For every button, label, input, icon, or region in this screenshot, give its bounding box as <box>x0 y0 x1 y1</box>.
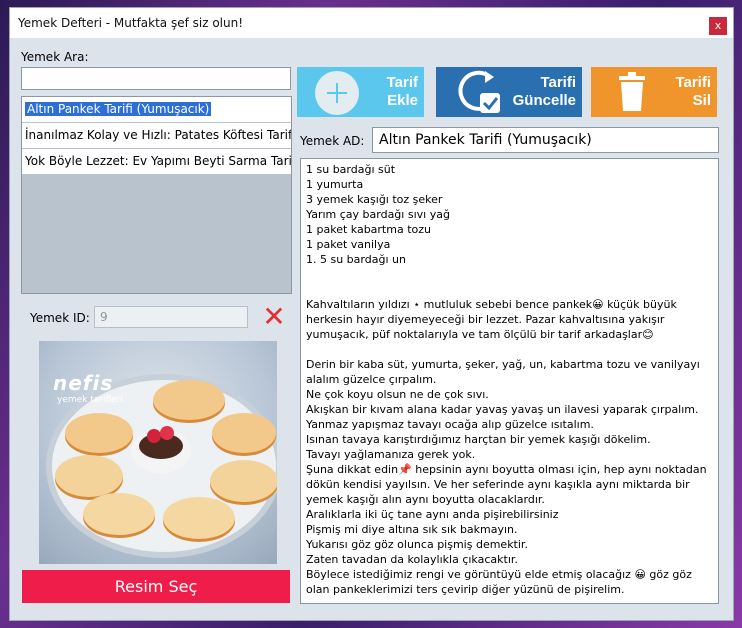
name-label: Yemek AD: <box>300 134 365 148</box>
refresh-icon <box>458 70 500 113</box>
plus-icon <box>315 71 359 115</box>
list-item-label: İnanılmaz Kolay ve Hızlı: Patates Köftes… <box>25 128 291 142</box>
brand-name: nefis <box>53 371 114 395</box>
trash-icon <box>619 72 645 111</box>
recipe-list[interactable]: Altın Pankek Tarifi (Yumuşacık) İnanılma… <box>21 96 292 294</box>
delete-recipe-label: Tarifi Sil <box>675 74 711 110</box>
search-input[interactable] <box>21 67 291 90</box>
label-line: Ekle <box>387 92 418 109</box>
list-item[interactable]: Altın Pankek Tarifi (Yumuşacık) <box>22 97 291 123</box>
name-input[interactable]: Altın Pankek Tarifi (Yumuşacık) <box>372 127 719 153</box>
title-bar[interactable]: Yemek Defteri - Mutfakta şef siz olun! x <box>10 8 733 38</box>
close-icon: ✕ <box>262 300 286 333</box>
recipe-photo: nefis yemek tarifleri <box>39 341 277 564</box>
add-recipe-button[interactable]: Tarif Ekle <box>297 67 424 117</box>
list-item-label: Yok Böyle Lezzet: Ev Yapımı Beyti Sarma … <box>25 154 291 168</box>
id-label: Yemek ID: <box>30 311 90 325</box>
id-field: 9 <box>94 306 248 328</box>
add-recipe-label: Tarif Ekle <box>387 74 418 110</box>
update-recipe-button[interactable]: Tarifi Güncelle <box>436 67 582 117</box>
update-recipe-label: Tarifi Güncelle <box>513 74 576 110</box>
brand-subtitle: yemek tarifleri <box>57 395 123 405</box>
search-label: Yemek Ara: <box>21 50 89 64</box>
recipe-textarea[interactable]: 1 su bardağı süt 1 yumurta 3 yemek kaşığ… <box>300 158 719 604</box>
label-line: Tarifi <box>540 74 576 91</box>
delete-recipe-button[interactable]: Tarifi Sil <box>591 67 717 117</box>
main-window: Yemek Defteri - Mutfakta şef siz olun! x… <box>9 7 734 621</box>
label-line: Tarif <box>386 74 418 91</box>
select-image-button[interactable]: Resim Seç <box>22 570 290 603</box>
list-item-label: Altın Pankek Tarifi (Yumuşacık) <box>25 102 212 116</box>
label-line: Sil <box>692 92 711 109</box>
close-button[interactable]: x <box>709 17 727 35</box>
label-line: Tarifi <box>675 74 711 91</box>
clear-button[interactable]: ✕ <box>261 303 287 331</box>
label-line: Güncelle <box>512 92 576 109</box>
list-item[interactable]: İnanılmaz Kolay ve Hızlı: Patates Köftes… <box>22 123 291 149</box>
brand-watermark: nefis yemek tarifleri <box>53 371 123 405</box>
window-title: Yemek Defteri - Mutfakta şef siz olun! <box>18 16 244 30</box>
list-item[interactable]: Yok Böyle Lezzet: Ev Yapımı Beyti Sarma … <box>22 149 291 175</box>
